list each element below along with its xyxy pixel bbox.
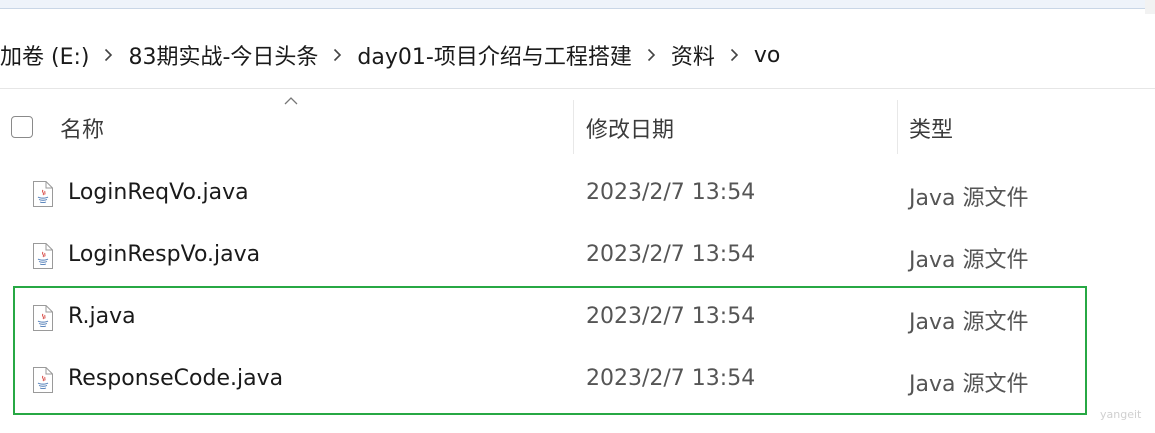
file-name: LoginReqVo.java: [68, 180, 249, 205]
file-date: 2023/2/7 13:54: [586, 242, 756, 267]
column-resize-handle[interactable]: [573, 100, 574, 154]
column-header-name[interactable]: 名称: [60, 112, 104, 144]
breadcrumb-item-vo[interactable]: vo: [754, 43, 780, 68]
java-file-icon: [33, 181, 53, 207]
breadcrumb-item-materials[interactable]: 资料: [671, 39, 715, 71]
file-row[interactable]: LoginRespVo.java 2023/2/7 13:54 Java 源文件: [0, 225, 1155, 287]
java-file-icon: [33, 243, 53, 269]
column-resize-handle[interactable]: [897, 100, 898, 154]
window-edge: [1145, 0, 1155, 14]
chevron-right-icon[interactable]: [647, 48, 656, 62]
address-bar-strip: [0, 0, 1145, 9]
column-header-row: 名称 修改日期 类型: [0, 100, 1155, 154]
select-all-checkbox[interactable]: [11, 116, 33, 138]
column-header-date[interactable]: 修改日期: [586, 112, 674, 144]
file-type: Java 源文件: [909, 186, 1029, 211]
file-date: 2023/2/7 13:54: [586, 180, 756, 205]
breadcrumb-item-project[interactable]: 83期实战-今日头条: [128, 39, 318, 71]
file-row[interactable]: LoginReqVo.java 2023/2/7 13:54 Java 源文件: [0, 163, 1155, 225]
toolbar-divider: [0, 88, 1155, 89]
chevron-right-icon[interactable]: [333, 48, 342, 62]
chevron-right-icon[interactable]: [104, 48, 113, 62]
file-name: LoginRespVo.java: [68, 242, 261, 267]
highlight-box: [13, 286, 1087, 415]
chevron-right-icon[interactable]: [730, 48, 739, 62]
breadcrumb-item-drive[interactable]: 加卷 (E:): [0, 39, 89, 71]
watermark: yangeit: [1100, 408, 1142, 421]
column-header-type[interactable]: 类型: [909, 112, 953, 144]
file-type: Java 源文件: [909, 248, 1029, 273]
breadcrumb: 加卷 (E:) 83期实战-今日头条 day01-项目介绍与工程搭建 资料 vo: [0, 38, 780, 72]
breadcrumb-item-day[interactable]: day01-项目介绍与工程搭建: [357, 39, 631, 71]
